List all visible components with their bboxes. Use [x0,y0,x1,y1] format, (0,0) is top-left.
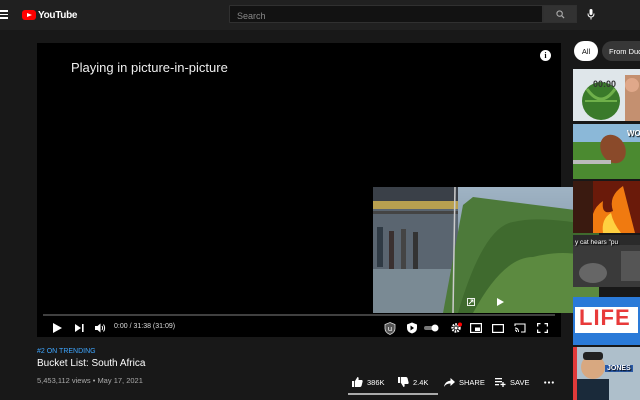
sidebar-thumbnail[interactable]: 00:00 [573,69,640,121]
more-actions-button[interactable] [544,376,558,388]
dislike-count: 2.4K [413,377,429,387]
theater-icon [492,323,504,333]
info-icon[interactable]: i [540,50,551,61]
shield-extension-icon: u [384,321,396,335]
play-logo-icon [22,10,36,20]
chip-all[interactable]: All [574,41,598,61]
gear-icon [451,322,462,333]
miniplayer-icon [470,323,482,333]
like-button[interactable]: 386K [352,376,385,388]
miniplayer-button[interactable] [469,321,483,335]
play-button[interactable] [51,321,63,335]
player-controls: 0:00 / 31:38 (31:09) u [37,319,561,337]
pip-window[interactable]: ✕ [373,187,599,313]
svg-text:u: u [388,325,392,333]
pip-play-button[interactable] [497,293,504,311]
share-icon [444,377,455,387]
logo-text: YouTube [38,9,78,21]
sidebar-thumbnail[interactable]: WO LO [573,124,640,179]
sidebar-thumbnail[interactable]: y cat hears "pu [573,235,640,287]
sidebar-thumbnail[interactable]: JONES [573,347,640,400]
play-icon [497,298,504,306]
thumbs-down-icon [398,377,409,387]
pip-video-frame [373,187,599,313]
settings-button[interactable] [449,321,463,335]
watermelon-image [582,75,640,121]
person-image [573,347,640,400]
chip-from-channel[interactable]: From Dude Perfect [602,41,640,61]
mute-button[interactable] [93,321,107,335]
fullscreen-icon [536,323,548,333]
dislike-button[interactable]: 2.4K [398,376,428,388]
theater-mode-button[interactable] [491,321,505,335]
thumbnail-overlay-text: JONES [605,365,633,372]
thumbnail-overlay-text: LIFE [579,305,631,330]
autoplay-toggle[interactable] [423,321,441,335]
next-icon [74,324,84,332]
search-input[interactable] [230,8,542,24]
thumbnail-overlay-text: 00:00 [593,79,617,89]
more-horizontal-icon [544,380,554,384]
menu-icon[interactable] [0,8,10,20]
thumbnail-overlay-text: WO LO [627,129,640,138]
share-button[interactable]: SHARE [444,376,485,388]
save-playlist-icon [495,377,506,387]
pip-status-text: Playing in picture-in-picture [71,60,228,75]
back-to-tab-icon [467,298,475,306]
microphone-icon [587,8,595,19]
next-button[interactable] [73,321,85,335]
extension-button[interactable]: u [383,321,397,335]
like-count: 386K [367,377,385,387]
sidebar-thumbnail[interactable]: LIFE [573,297,640,345]
trending-tag[interactable]: #2 ON TRENDING [37,348,96,355]
ad-block-button[interactable] [405,321,419,335]
video-title: Bucket List: South Africa [37,358,146,369]
thumbnail-overlay-text: y cat hears "pu [575,239,619,246]
voice-search-button[interactable] [584,7,598,21]
pip-back-to-tab-button[interactable] [467,293,475,311]
save-button[interactable]: SAVE [495,376,529,388]
search-button[interactable] [543,5,577,23]
video-meta: 5,453,112 views • May 17, 2021 [37,376,143,385]
volume-icon [94,323,105,333]
masthead: YouTube [0,0,640,30]
search-icon [555,9,565,19]
progress-bar[interactable] [43,314,555,316]
shield-play-icon [407,322,417,334]
scroll-indicator [348,393,438,395]
fire-image [573,181,635,233]
cast-button[interactable] [513,321,527,335]
time-display: 0:00 / 31:38 (31:09) [114,323,176,330]
cast-icon [514,323,526,333]
youtube-logo[interactable]: YouTube [22,8,78,22]
search-box [229,5,543,24]
thumbs-up-icon [352,377,363,387]
play-icon [52,323,62,333]
fullscreen-button[interactable] [535,321,549,335]
save-label: SAVE [510,377,530,387]
autoplay-toggle-icon [424,324,439,332]
sidebar-thumbnail[interactable] [573,181,640,233]
share-label: SHARE [459,377,485,387]
